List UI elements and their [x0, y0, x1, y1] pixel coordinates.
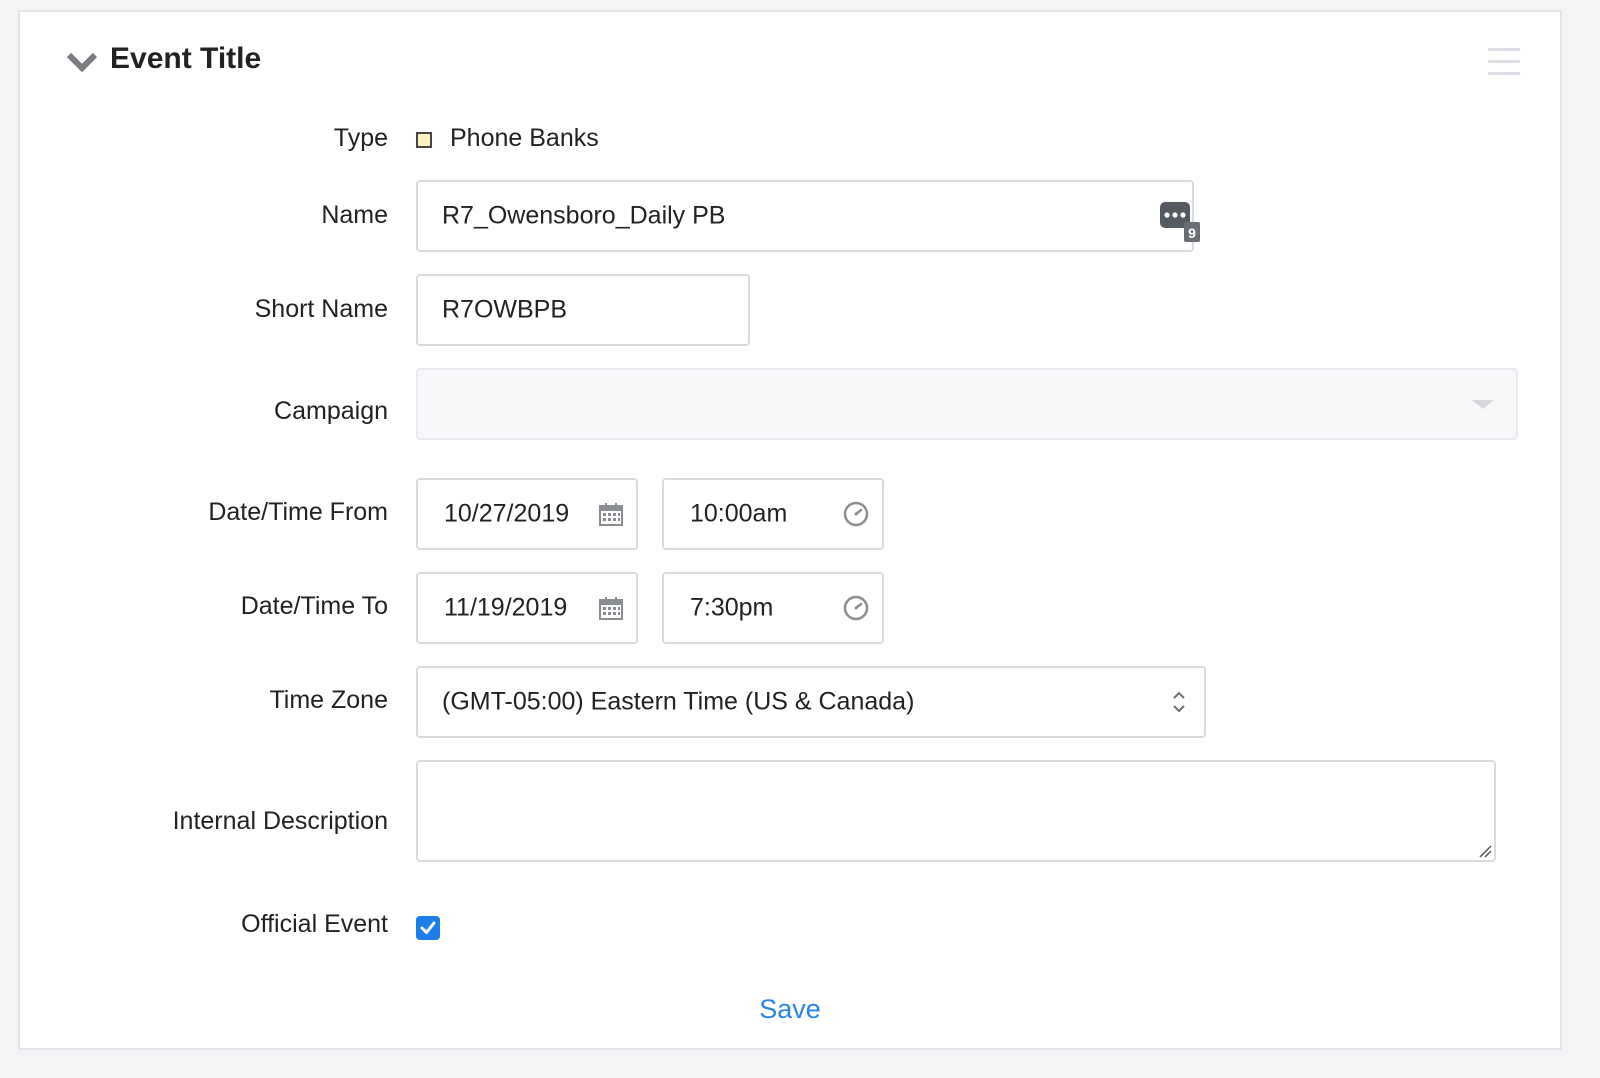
- time-from-field[interactable]: 10:00am: [662, 478, 884, 550]
- save-button[interactable]: Save: [20, 994, 1560, 1025]
- clock-icon[interactable]: [842, 594, 870, 622]
- checkmark-icon: [420, 921, 436, 934]
- type-label: Type: [333, 124, 388, 152]
- resize-grip-icon[interactable]: [1478, 844, 1492, 858]
- date-from-field[interactable]: 10/27/2019: [416, 478, 638, 550]
- official-event-label: Official Event: [241, 910, 388, 938]
- timezone-select[interactable]: (GMT-05:00) Eastern Time (US & Canada): [416, 666, 1206, 738]
- calendar-icon[interactable]: [598, 501, 624, 527]
- type-value: Phone Banks: [450, 124, 599, 152]
- clock-icon[interactable]: [842, 500, 870, 528]
- description-label: Internal Description: [172, 807, 388, 835]
- date-from-label: Date/Time From: [208, 498, 388, 526]
- hamburger-menu-icon[interactable]: [1488, 48, 1520, 78]
- name-badge-count: 9: [1188, 225, 1196, 241]
- name-label: Name: [321, 201, 388, 229]
- timezone-value: (GMT-05:00) Eastern Time (US & Canada): [442, 687, 915, 716]
- time-from-value: 10:00am: [690, 499, 788, 528]
- timezone-label: Time Zone: [269, 686, 388, 714]
- date-to-value: 11/19/2019: [444, 593, 568, 622]
- time-to-value: 7:30pm: [690, 593, 774, 622]
- panel-header: Event Title: [20, 12, 1560, 112]
- date-to-field[interactable]: 11/19/2019: [416, 572, 638, 644]
- calendar-icon[interactable]: [598, 595, 624, 621]
- date-to-label: Date/Time To: [240, 592, 388, 620]
- name-field[interactable]: [416, 180, 1194, 252]
- updown-arrows-icon: [1173, 691, 1185, 713]
- campaign-label: Campaign: [274, 397, 388, 425]
- description-textarea[interactable]: [416, 760, 1496, 862]
- chevron-down-icon[interactable]: [66, 50, 98, 74]
- caret-down-icon: [1472, 400, 1494, 409]
- date-from-value: 10/27/2019: [444, 499, 570, 528]
- event-panel: Event Title Type Phone Banks Name 9 Shor…: [18, 10, 1562, 1050]
- campaign-select[interactable]: [416, 368, 1518, 440]
- chat-bubble-icon[interactable]: 9: [1158, 200, 1200, 242]
- short-name-input[interactable]: [442, 295, 673, 325]
- short-name-field[interactable]: [416, 274, 750, 346]
- time-to-field[interactable]: 7:30pm: [662, 572, 884, 644]
- short-name-label: Short Name: [254, 295, 388, 323]
- name-input[interactable]: [442, 201, 984, 231]
- official-event-checkbox[interactable]: [416, 916, 440, 940]
- page-title: Event Title: [110, 42, 262, 75]
- type-color-swatch: [416, 132, 432, 148]
